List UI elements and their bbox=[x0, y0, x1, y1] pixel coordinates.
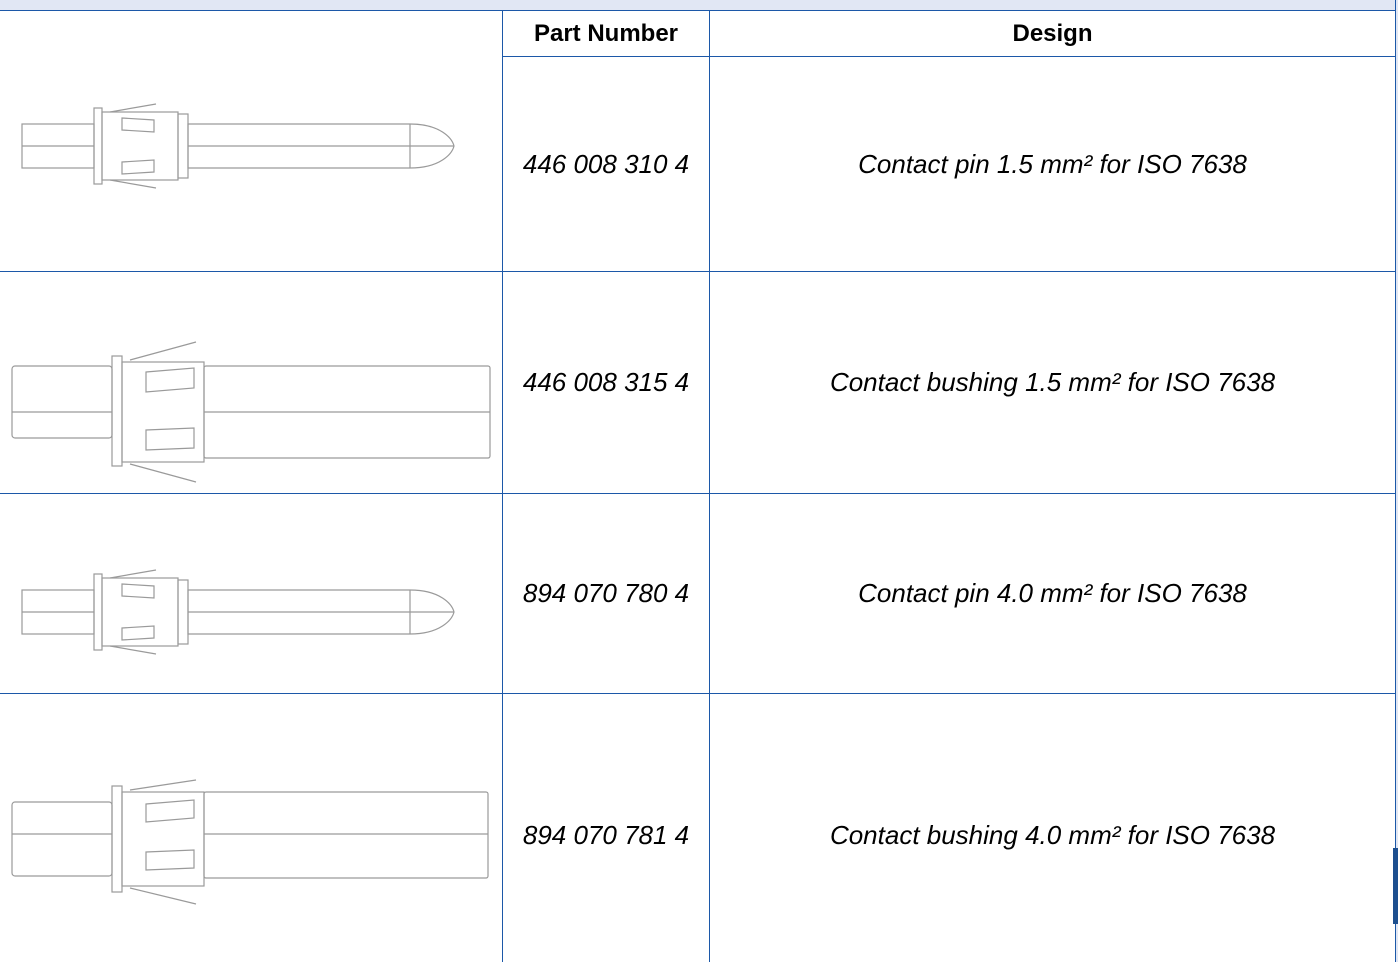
design-cell: Contact pin 1.5 mm² for ISO 7638 bbox=[858, 148, 1247, 179]
contact-pin-drawing bbox=[0, 494, 500, 693]
contact-bushing-drawing bbox=[0, 272, 500, 493]
design-cell: Contact pin 4.0 mm² for ISO 7638 bbox=[858, 578, 1247, 608]
header-design: Design bbox=[1012, 20, 1093, 47]
design-cell: Contact bushing 4.0 mm² for ISO 7638 bbox=[829, 819, 1276, 850]
top-band bbox=[0, 0, 1398, 11]
contact-bushing-drawing bbox=[0, 694, 500, 962]
header-part-number: Part Number bbox=[533, 20, 679, 47]
part-number-cell: 446 008 310 4 bbox=[522, 148, 690, 179]
part-number-cell: 894 070 780 4 bbox=[522, 578, 690, 608]
contact-pin-drawing bbox=[0, 12, 500, 271]
design-cell: Contact bushing 1.5 mm² for ISO 7638 bbox=[829, 367, 1276, 397]
part-number-cell: 894 070 781 4 bbox=[522, 819, 690, 850]
part-number-cell: 446 008 315 4 bbox=[522, 367, 690, 397]
